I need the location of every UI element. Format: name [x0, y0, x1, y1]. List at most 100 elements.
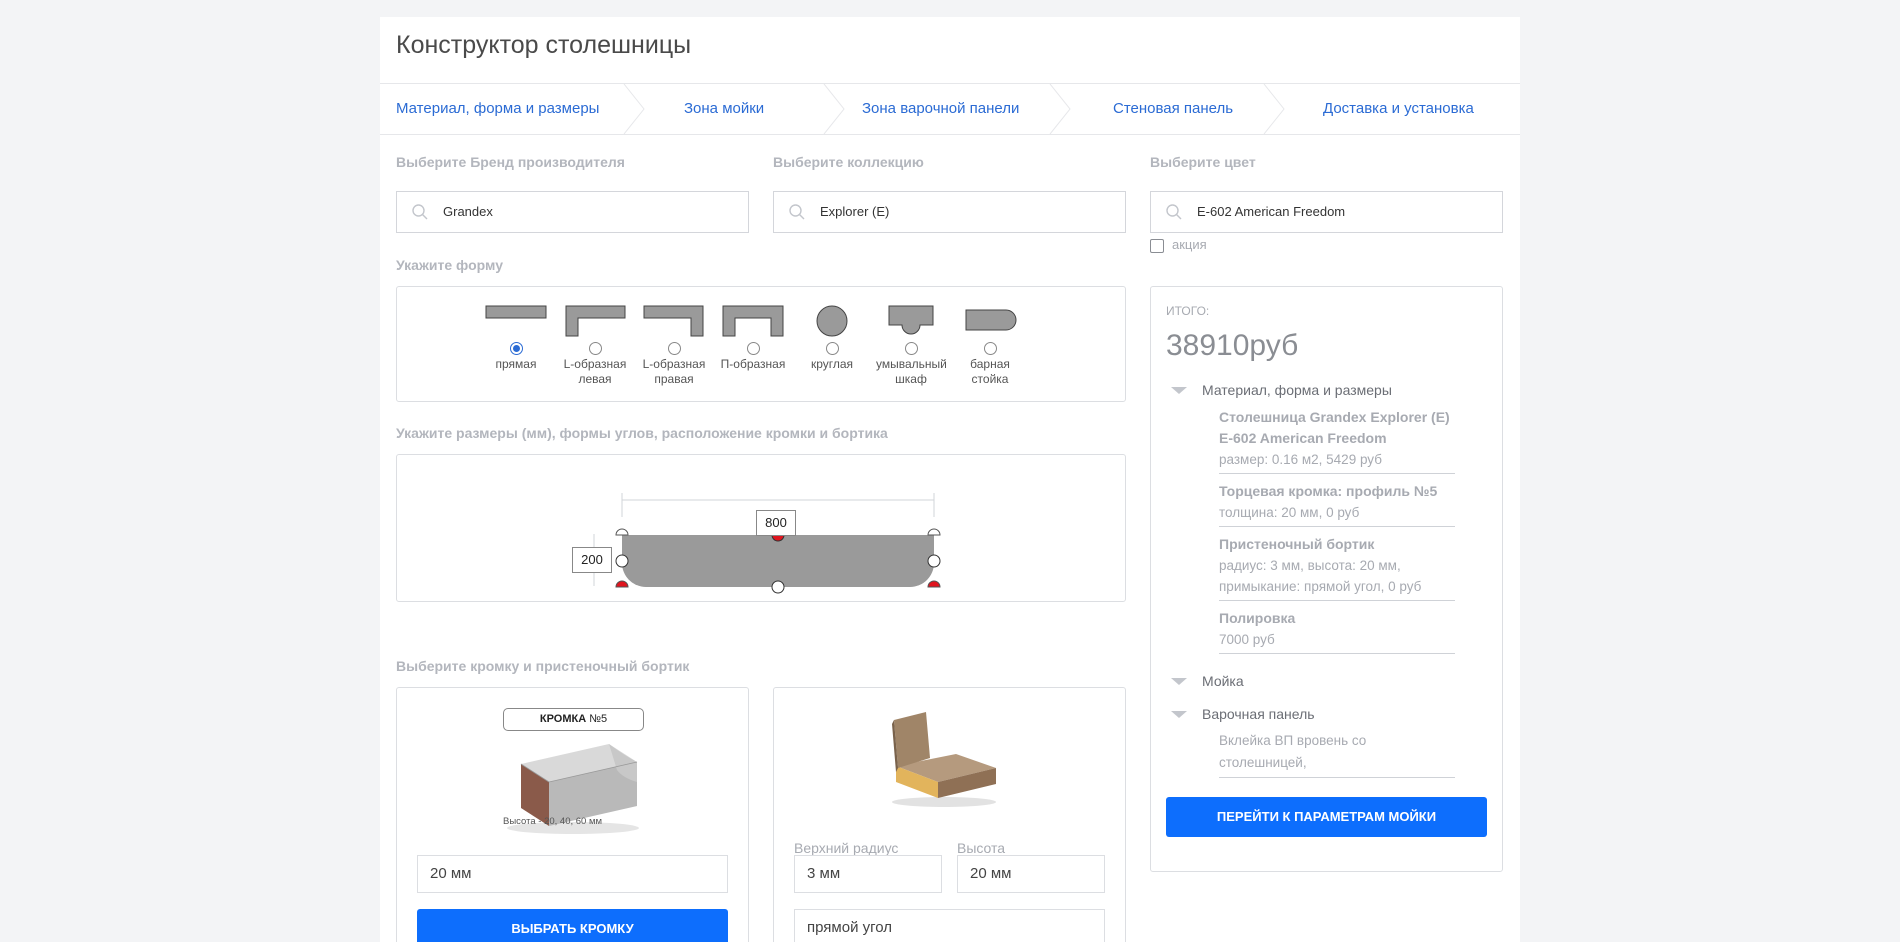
collection-value: Explorer (E): [820, 204, 890, 219]
edge-label: Выберите кромку и пристеночный бортик: [396, 658, 690, 674]
total-value: 38910руб: [1166, 329, 1299, 362]
page-title: Конструктор столешницы: [396, 31, 692, 59]
caret-down-icon[interactable]: [1171, 711, 1187, 718]
corner-marker-bl: [615, 580, 629, 588]
bar-counter-shape-icon: [965, 309, 1017, 331]
divider: [1219, 600, 1455, 601]
edge-marker-bottom: [771, 580, 785, 594]
summary-section-hob[interactable]: Варочная панель: [1202, 706, 1315, 722]
backsplash-height-select[interactable]: 20 мм: [957, 855, 1105, 893]
step-nav: Материал, форма и размеры Зона мойки Зон…: [380, 83, 1520, 135]
shape-option-u[interactable]: П-образная: [718, 305, 788, 373]
edge-marker-right: [927, 554, 941, 568]
round-shape-icon: [816, 305, 848, 337]
step-wall-panel[interactable]: Стеновая панель: [1113, 84, 1233, 134]
shape-option-round[interactable]: круглая: [797, 305, 867, 373]
color-select[interactable]: E-602 American Freedom: [1150, 191, 1503, 233]
backsplash-card: Верхний радиус Высота 3 мм 20 мм прямой …: [773, 687, 1126, 942]
edge-height-caption: Высота - 20, 40, 60 мм: [503, 816, 603, 827]
shape-caption-1: умывальный: [876, 357, 947, 371]
dimensions-label: Укажите размеры (мм), формы углов, распо…: [396, 425, 888, 441]
edge-profile-name: КРОМКА: [539, 713, 587, 725]
caret-down-icon[interactable]: [1171, 678, 1187, 685]
constructor-page: Конструктор столешницы Материал, форма и…: [380, 17, 1520, 942]
shape-option-l-left[interactable]: L-образная левая: [560, 305, 630, 385]
summary-item-title: E-602 American Freedom: [1219, 430, 1387, 446]
shape-option-straight[interactable]: прямая: [481, 305, 551, 373]
shape-option-bar[interactable]: барная стойка: [955, 305, 1025, 385]
brand-label: Выберите Бренд производителя: [396, 154, 625, 170]
depth-input[interactable]: 200: [572, 547, 612, 573]
promo-checkbox[interactable]: [1150, 239, 1164, 253]
summary-item-detail: размер: 0.16 м2, 5429 руб: [1219, 452, 1382, 467]
summary-item-detail: примыкание: прямой угол, 0 руб: [1219, 579, 1422, 594]
shape-caption-2: правая: [654, 372, 694, 386]
summary-item-title: Полировка: [1219, 610, 1296, 626]
summary-item-title: Столешница Grandex Explorer (E): [1219, 409, 1450, 425]
go-to-sink-params-button[interactable]: ПЕРЕЙТИ К ПАРАМЕТРАМ МОЙКИ: [1166, 797, 1487, 837]
summary-item-detail: 7000 руб: [1219, 632, 1275, 647]
edge-profile-badge: КРОМКА №5: [503, 708, 644, 731]
color-value: E-602 American Freedom: [1197, 204, 1346, 219]
step-material[interactable]: Материал, форма и размеры: [396, 84, 599, 134]
chevron-separator-icon: [1263, 84, 1285, 134]
edge-thickness-select[interactable]: 20 мм: [417, 855, 728, 893]
chevron-separator-icon: [623, 84, 645, 134]
collection-select[interactable]: Explorer (E): [773, 191, 1126, 233]
vanity-shape-icon: [888, 305, 934, 335]
junction-select[interactable]: прямой угол: [794, 909, 1105, 942]
search-icon: [412, 204, 428, 220]
summary-item-title: Торцевая кромка: профиль №5: [1219, 483, 1438, 499]
straight-shape-icon: [485, 305, 547, 319]
summary-item-detail: столешницей,: [1219, 755, 1307, 770]
divider: [1219, 473, 1455, 474]
top-radius-select[interactable]: 3 мм: [794, 855, 942, 893]
divider: [1219, 777, 1455, 778]
shape-caption-1: прямая: [495, 357, 537, 371]
l-right-shape-icon: [643, 305, 704, 337]
edge-marker-left: [615, 554, 629, 568]
select-edge-button[interactable]: ВЫБРАТЬ КРОМКУ: [417, 909, 728, 942]
collection-label: Выберите коллекцию: [773, 154, 924, 170]
backsplash-height-label: Высота: [957, 840, 1006, 856]
shape-caption-1: L-образная: [563, 357, 627, 371]
brand-value: Grandex: [443, 204, 493, 219]
summary-section-material[interactable]: Материал, форма и размеры: [1202, 382, 1392, 398]
shape-option-vanity[interactable]: умывальный шкаф: [876, 305, 947, 385]
shape-caption-1: П-образная: [720, 357, 786, 371]
step-hob-zone[interactable]: Зона варочной панели: [862, 84, 1019, 134]
shape-radio[interactable]: [983, 342, 997, 355]
shape-caption-1: L-образная: [642, 357, 706, 371]
width-input[interactable]: 800: [756, 510, 796, 536]
l-left-shape-icon: [565, 305, 626, 337]
brand-select[interactable]: Grandex: [396, 191, 749, 233]
shape-radio[interactable]: [904, 342, 918, 355]
summary-item-title: Пристеночный бортик: [1219, 536, 1375, 552]
summary-section-sink[interactable]: Мойка: [1202, 673, 1244, 689]
dimensions-panel: 800 200: [396, 454, 1126, 602]
shape-radio[interactable]: [667, 342, 681, 355]
top-radius-label: Верхний радиус: [794, 840, 899, 856]
edge-card: КРОМКА №5 Высота - 20, 40, 60 мм 20 мм В…: [396, 687, 749, 942]
summary-panel: ИТОГО: 38910руб Материал, форма и размер…: [1150, 286, 1503, 872]
shape-radio[interactable]: [588, 342, 602, 355]
search-icon: [789, 204, 805, 220]
step-delivery[interactable]: Доставка и установка: [1323, 84, 1474, 134]
shape-radio[interactable]: [825, 342, 839, 355]
summary-item-detail: толщина: 20 мм, 0 руб: [1219, 505, 1360, 520]
divider: [1219, 526, 1455, 527]
step-sink-zone[interactable]: Зона мойки: [684, 84, 764, 134]
backsplash-image: [892, 712, 996, 807]
corner-marker-tr: [927, 528, 941, 536]
shape-radio[interactable]: [746, 342, 760, 355]
shape-caption-2: левая: [578, 372, 612, 386]
shape-option-l-right[interactable]: L-образная правая: [639, 305, 709, 385]
search-icon: [1166, 204, 1182, 220]
chevron-separator-icon: [823, 84, 845, 134]
u-shape-icon: [722, 305, 784, 337]
caret-down-icon[interactable]: [1171, 387, 1187, 394]
shape-radio[interactable]: [509, 342, 523, 355]
divider: [1219, 653, 1455, 654]
chevron-separator-icon: [1049, 84, 1071, 134]
shape-caption-1: круглая: [810, 357, 854, 371]
